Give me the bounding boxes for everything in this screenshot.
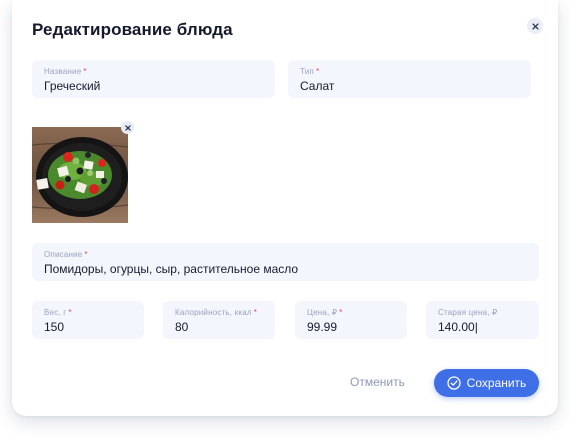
type-field[interactable]: Тип * Салат [288, 60, 531, 98]
price-field[interactable]: Цена, ₽ * 99.99 [295, 301, 407, 339]
calories-value: 80 [175, 320, 189, 334]
close-button[interactable] [527, 18, 543, 34]
modal-title: Редактирование блюда [32, 20, 233, 39]
close-icon [124, 124, 131, 131]
save-button[interactable]: Сохранить [434, 369, 539, 397]
cancel-button[interactable]: Отменить [350, 375, 405, 389]
dish-photo [32, 127, 128, 223]
description-field[interactable]: Описание * Помидоры, огурцы, сыр, растите… [32, 243, 539, 281]
save-label: Сохранить [466, 376, 527, 390]
price-value: 99.99 [307, 320, 338, 334]
price-label: Цена, ₽ [307, 308, 338, 317]
calories-label: Калорийность, ккал [175, 308, 252, 317]
type-value: Салат [300, 79, 335, 93]
name-value: Греческий [44, 79, 101, 93]
old-price-field[interactable]: Старая цена, ₽ 140.00| [426, 301, 539, 339]
name-field[interactable]: Название * Греческий [32, 60, 275, 98]
close-icon [531, 22, 539, 30]
description-label: Описание [44, 250, 83, 259]
description-value: Помидоры, огурцы, сыр, растительное масл… [44, 262, 299, 276]
weight-field[interactable]: Вес, г * 150 [32, 301, 144, 339]
required-mark: * [84, 250, 88, 259]
required-mark: * [253, 308, 258, 317]
type-label: Тип [300, 67, 314, 76]
check-circle-icon [447, 376, 461, 390]
required-mark: * [83, 67, 87, 76]
old-price-value: 140.00| [438, 320, 478, 334]
old-price-label: Старая цена, ₽ [438, 308, 498, 317]
calories-field[interactable]: Калорийность, ккал * 80 [163, 301, 275, 339]
remove-photo-button[interactable] [121, 121, 134, 134]
weight-value: 150 [44, 320, 65, 334]
weight-label: Вес, г [44, 308, 67, 317]
required-mark: * [339, 308, 343, 317]
name-label: Название [44, 67, 82, 76]
edit-dish-modal: Редактирование блюда Название * Греческий… [12, 0, 558, 416]
required-mark: * [68, 308, 72, 317]
required-mark: * [315, 67, 320, 76]
dish-image [32, 127, 128, 223]
